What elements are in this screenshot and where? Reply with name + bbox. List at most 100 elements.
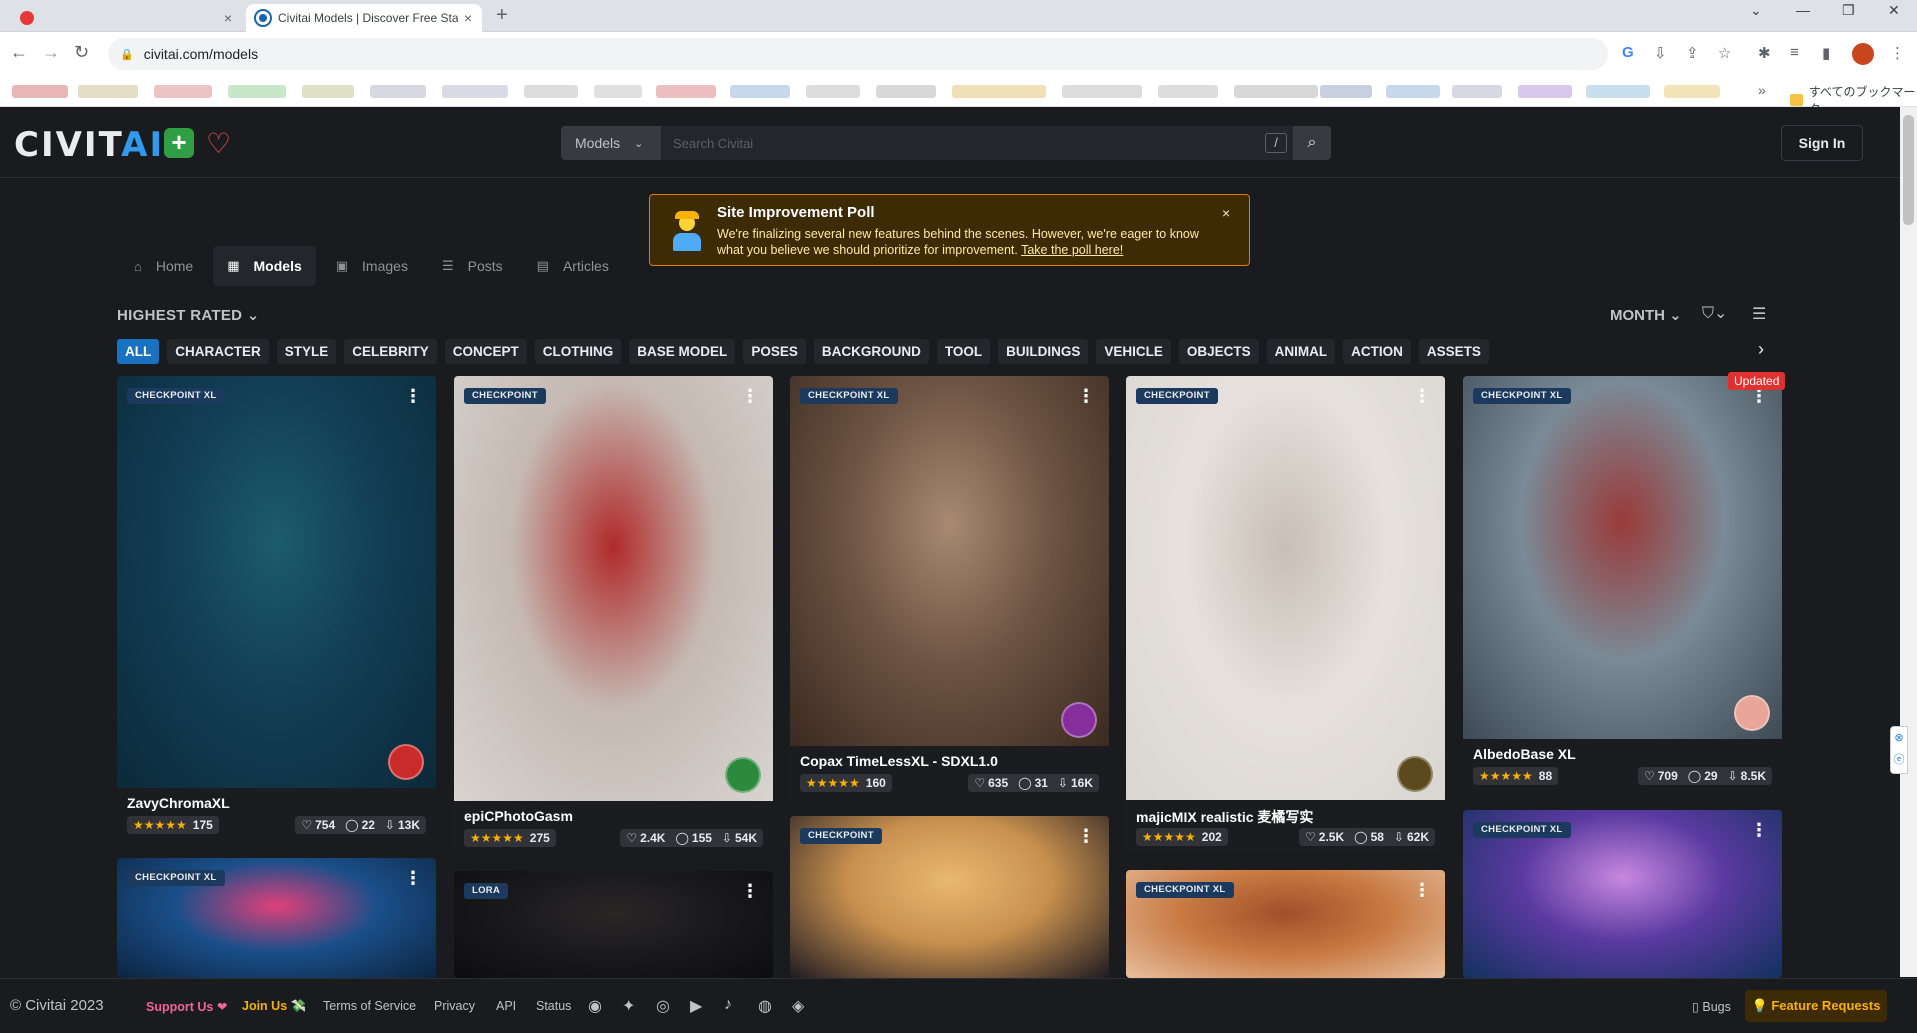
instagram-icon[interactable]: ◎ — [656, 996, 670, 1016]
side-panel-icon[interactable]: ▮ — [1822, 44, 1830, 62]
more-options-icon[interactable]: ⋮ — [404, 386, 422, 407]
reading-list-icon[interactable]: ≡ — [1790, 44, 1799, 61]
address-bar[interactable]: 🔒 civitai.com/models — [108, 38, 1608, 70]
nav-tab-models[interactable]: ▦ Models — [213, 246, 316, 286]
back-icon[interactable]: ← — [10, 42, 28, 63]
bookmark-item[interactable] — [370, 85, 426, 98]
twitter-icon[interactable]: ✦ — [622, 996, 635, 1016]
more-options-icon[interactable]: ⋮ — [1413, 880, 1431, 901]
model-card[interactable]: CHECKPOINT ⋮ majicMIX realistic 麦橘写实 ★★★★… — [1126, 376, 1445, 854]
model-card[interactable]: CHECKPOINT XL ⋮ — [1126, 870, 1445, 978]
category-chip[interactable]: POSES — [743, 339, 806, 364]
bookmarks-overflow-icon[interactable]: » — [1758, 82, 1766, 98]
category-chip[interactable]: BUILDINGS — [998, 339, 1089, 364]
category-chip[interactable]: ANIMAL — [1266, 339, 1336, 364]
reddit-icon[interactable]: ◍ — [758, 996, 772, 1016]
bookmark-item[interactable] — [1386, 85, 1440, 98]
creator-avatar[interactable] — [1397, 756, 1433, 792]
category-chip[interactable]: VEHICLE — [1096, 339, 1171, 364]
bookmark-item[interactable] — [876, 85, 936, 98]
bookmark-item[interactable] — [1062, 85, 1142, 98]
terms-link[interactable]: Terms of Service — [323, 999, 416, 1013]
nav-tab-images[interactable]: ▣ Images — [322, 246, 422, 286]
model-card[interactable]: CHECKPOINT XL ⋮ ZavyChromaXL ★★★★★ 175 ♡ 75… — [117, 376, 436, 842]
bookmark-item[interactable] — [594, 85, 642, 98]
bookmark-item[interactable] — [302, 85, 354, 98]
feature-requests-button[interactable]: 💡 Feature Requests — [1745, 990, 1887, 1022]
category-chip[interactable]: TOOL — [936, 339, 991, 364]
browser-menu-icon[interactable]: ⋮ — [1890, 44, 1905, 62]
close-window-icon[interactable]: ✕ — [1888, 2, 1900, 19]
creator-avatar[interactable] — [388, 744, 424, 780]
bugs-link[interactable]: ▯ Bugs — [1692, 999, 1731, 1014]
category-chip[interactable]: ACTION — [1343, 339, 1411, 364]
browser-tab-inactive[interactable]: × — [10, 4, 242, 32]
category-chip[interactable]: BASE MODEL — [629, 339, 736, 364]
install-icon[interactable]: ⇩ — [1654, 44, 1667, 62]
category-chip[interactable]: BACKGROUND — [813, 339, 929, 364]
new-tab-icon[interactable]: + — [496, 4, 508, 27]
close-tab-icon[interactable]: × — [224, 10, 232, 26]
bookmark-item[interactable] — [12, 85, 68, 98]
category-chip[interactable]: STYLE — [276, 339, 337, 364]
forward-icon[interactable]: → — [42, 42, 60, 63]
more-options-icon[interactable]: ⋮ — [1413, 386, 1431, 407]
category-chip[interactable]: ASSETS — [1418, 339, 1489, 364]
layout-toggle-icon[interactable]: ☰ — [1752, 304, 1766, 324]
category-chip[interactable]: ALL — [117, 339, 160, 364]
bookmark-star-icon[interactable]: ☆ — [1718, 44, 1731, 62]
model-card[interactable]: CHECKPOINT XL ⋮ AlbedoBase XL ★★★★★ 88 ♡ 70… — [1463, 376, 1782, 793]
model-card[interactable]: LORA ⋮ — [454, 871, 773, 978]
tab-search-icon[interactable]: ⌄ — [1750, 2, 1762, 19]
bookmark-item[interactable] — [524, 85, 578, 98]
category-chip[interactable]: CLOTHING — [534, 339, 622, 364]
model-card[interactable]: CHECKPOINT ⋮ — [790, 816, 1109, 978]
bookmark-item[interactable] — [442, 85, 508, 98]
creator-avatar[interactable] — [1734, 695, 1770, 731]
more-options-icon[interactable]: ⋮ — [1077, 826, 1095, 847]
category-chip[interactable]: OBJECTS — [1178, 339, 1259, 364]
creator-avatar[interactable] — [725, 757, 761, 793]
page-scrollbar[interactable] — [1900, 107, 1917, 977]
reload-icon[interactable]: ↻ — [74, 42, 89, 63]
privacy-link[interactable]: Privacy — [434, 999, 475, 1013]
restore-icon[interactable]: ❐ — [1842, 2, 1855, 19]
close-tab-icon[interactable]: × — [464, 10, 472, 26]
model-card[interactable]: CHECKPOINT XL ⋮ Copax TimeLessXL - SDXL1.… — [790, 376, 1109, 800]
youtube-icon[interactable]: ▶ — [690, 996, 702, 1016]
more-options-icon[interactable]: ⋮ — [741, 881, 759, 902]
category-chip[interactable]: CHARACTER — [167, 339, 269, 364]
bookmark-item[interactable] — [1518, 85, 1572, 98]
search-scope-select[interactable]: Models ⌄ — [561, 126, 661, 160]
poll-close-button[interactable]: × — [1222, 205, 1230, 221]
model-card[interactable]: CHECKPOINT XL ⋮ — [1463, 810, 1782, 978]
model-card[interactable]: CHECKPOINT XL ⋮ — [117, 858, 436, 978]
bookmark-item[interactable] — [1586, 85, 1650, 98]
more-options-icon[interactable]: ⋮ — [741, 386, 759, 407]
status-link[interactable]: Status — [536, 999, 571, 1013]
scrollbar-thumb[interactable] — [1903, 115, 1914, 225]
more-options-icon[interactable]: ⋮ — [1077, 386, 1095, 407]
bookmark-item[interactable] — [656, 85, 716, 98]
bookmark-item[interactable] — [1452, 85, 1502, 98]
discord-icon[interactable]: ◉ — [588, 996, 602, 1016]
nav-tab-articles[interactable]: ▤ Articles — [523, 246, 623, 286]
create-button[interactable]: + — [164, 128, 194, 158]
bookmark-item[interactable] — [1234, 85, 1318, 98]
nav-tab-home[interactable]: ⌂ Home — [120, 246, 207, 286]
creator-avatar[interactable] — [1061, 702, 1097, 738]
category-chip[interactable]: CONCEPT — [444, 339, 527, 364]
filter-icon[interactable]: ⛉⌄ — [1702, 303, 1727, 323]
bookmark-item[interactable] — [1158, 85, 1218, 98]
search-button[interactable]: ⌕ — [1293, 126, 1331, 160]
bookmark-item[interactable] — [154, 85, 212, 98]
bookmark-item[interactable] — [1664, 85, 1720, 98]
support-heart-icon[interactable]: ♡ — [206, 127, 231, 160]
profile-avatar[interactable] — [1852, 43, 1874, 65]
browser-tab-active[interactable]: Civitai Models | Discover Free Stable Di… — [246, 4, 482, 32]
sort-select[interactable]: HIGHEST RATED ⌄ — [117, 306, 260, 324]
chevron-right-icon[interactable]: › — [1758, 339, 1764, 360]
period-select[interactable]: MONTH ⌄ — [1610, 306, 1682, 324]
support-us-link[interactable]: Support Us ❤ — [146, 999, 227, 1014]
share-icon[interactable]: ⇪ — [1686, 44, 1699, 62]
